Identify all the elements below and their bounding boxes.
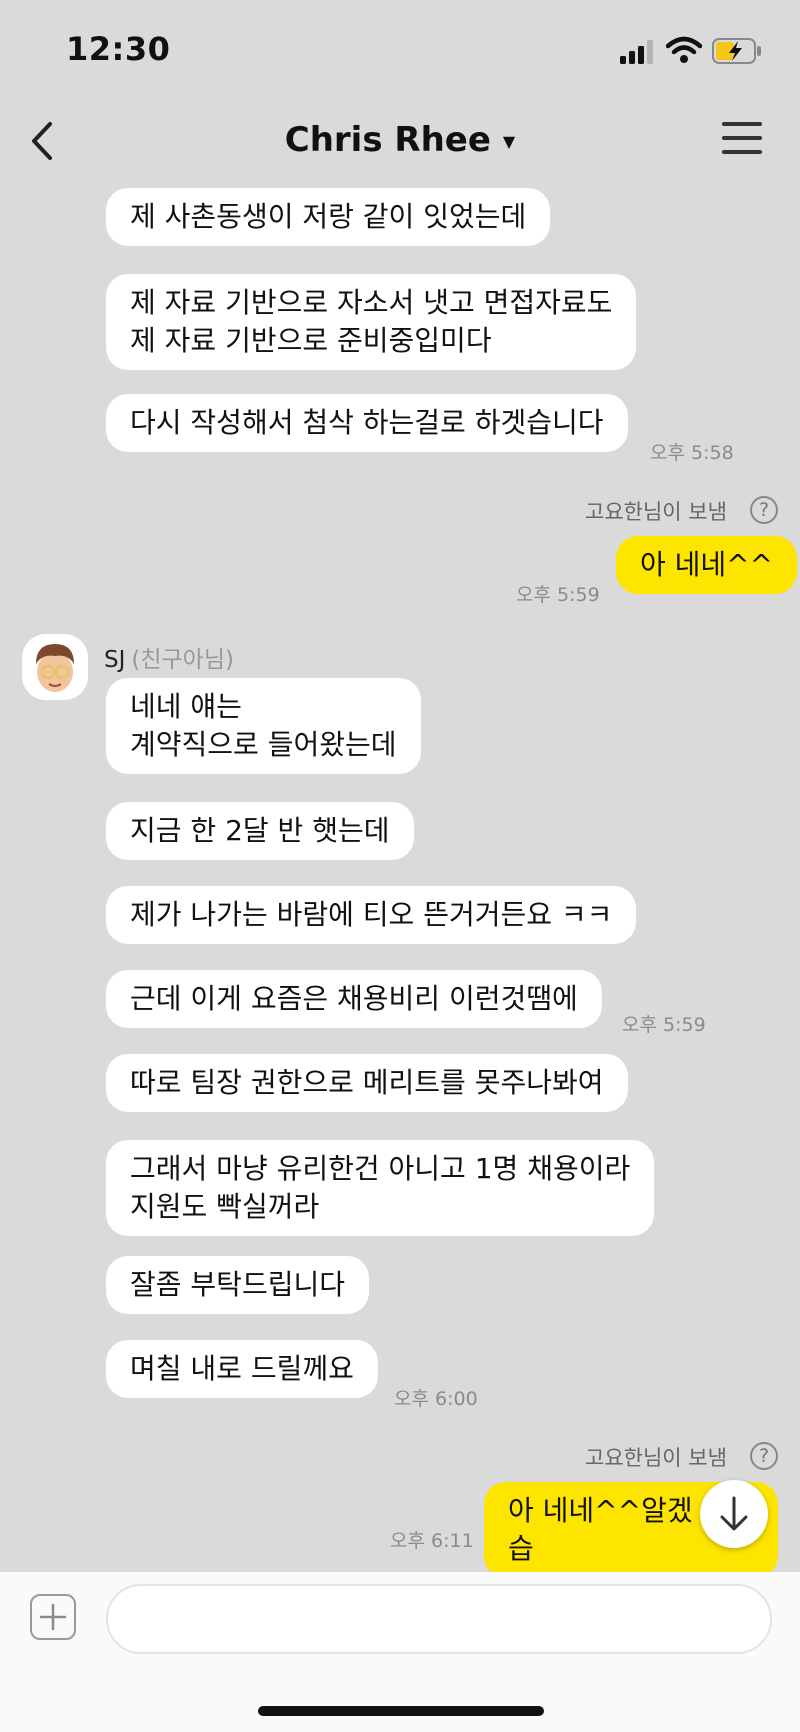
battery-charging-icon (712, 38, 761, 64)
message-bubble[interactable]: 제 자료 기반으로 자소서 냇고 면접자료도 제 자료 기반으로 준비중입미다 (106, 274, 637, 370)
message-bubble[interactable]: 제 사촌동생이 저랑 같이 잇었는데 (106, 188, 551, 246)
avatar-face-icon (22, 634, 88, 700)
home-indicator (258, 1706, 544, 1716)
message-bubble[interactable]: 며칠 내로 드릴께요 (106, 1340, 378, 1398)
message-bubble[interactable]: 네네 얘는 계약직으로 들어왔는데 (106, 678, 421, 774)
message-bubble[interactable]: 따로 팀장 권한으로 메리트를 못주나봐여 (106, 1054, 628, 1112)
message-input[interactable] (106, 1584, 772, 1654)
avatar[interactable] (22, 634, 88, 700)
message-time: 오후 5:58 (650, 442, 734, 464)
chat-title-text: Chris Rhee (284, 120, 491, 160)
arrow-down-icon (720, 1496, 748, 1531)
message-time: 오후 5:59 (516, 584, 600, 606)
sent-by-label: 고요한님이 보냄 (585, 1446, 727, 1470)
sender-name: SJ (친구아님) (104, 640, 234, 674)
add-button[interactable] (30, 1594, 76, 1640)
input-bar (0, 1572, 800, 1732)
status-bar: 12:30 (0, 0, 800, 100)
message-time: 오후 6:11 (390, 1530, 474, 1552)
message-bubble[interactable]: 지금 한 2달 반 햇는데 (106, 802, 414, 860)
chevron-down-icon: ▼ (502, 132, 516, 151)
wifi-icon (666, 36, 702, 63)
help-icon[interactable]: ? (750, 496, 778, 524)
plus-icon (39, 1603, 67, 1631)
sent-by-label: 고요한님이 보냄 (585, 500, 727, 524)
sender-name-text: SJ (104, 647, 126, 673)
message-bubble[interactable]: 다시 작성해서 첨삭 하는걸로 하겟습니다 (106, 394, 628, 452)
message-bubble[interactable]: 잘좀 부탁드립니다 (106, 1256, 369, 1314)
signal-icon (620, 40, 653, 64)
chat-header: Chris Rhee ▼ (0, 100, 800, 184)
my-message-bubble[interactable]: 아 네네^^ (616, 536, 798, 594)
message-bubble[interactable]: 그래서 마냥 유리한건 아니고 1명 채용이라 지원도 빡실꺼라 (106, 1140, 655, 1236)
message-bubble[interactable]: 제가 나가는 바람에 티오 뜬거거든요 ㅋㅋ (106, 886, 637, 944)
message-time: 오후 6:00 (394, 1388, 478, 1410)
sender-tag: (친구아님) (131, 647, 234, 673)
help-icon[interactable]: ? (750, 1442, 778, 1470)
scroll-down-button[interactable] (700, 1480, 768, 1548)
message-time: 오후 5:59 (622, 1014, 706, 1036)
message-bubble[interactable]: 근데 이게 요즘은 채용비리 이런것땜에 (106, 970, 602, 1028)
status-time: 12:30 (66, 30, 171, 68)
chat-title[interactable]: Chris Rhee ▼ (0, 120, 800, 160)
menu-icon[interactable] (722, 122, 762, 158)
